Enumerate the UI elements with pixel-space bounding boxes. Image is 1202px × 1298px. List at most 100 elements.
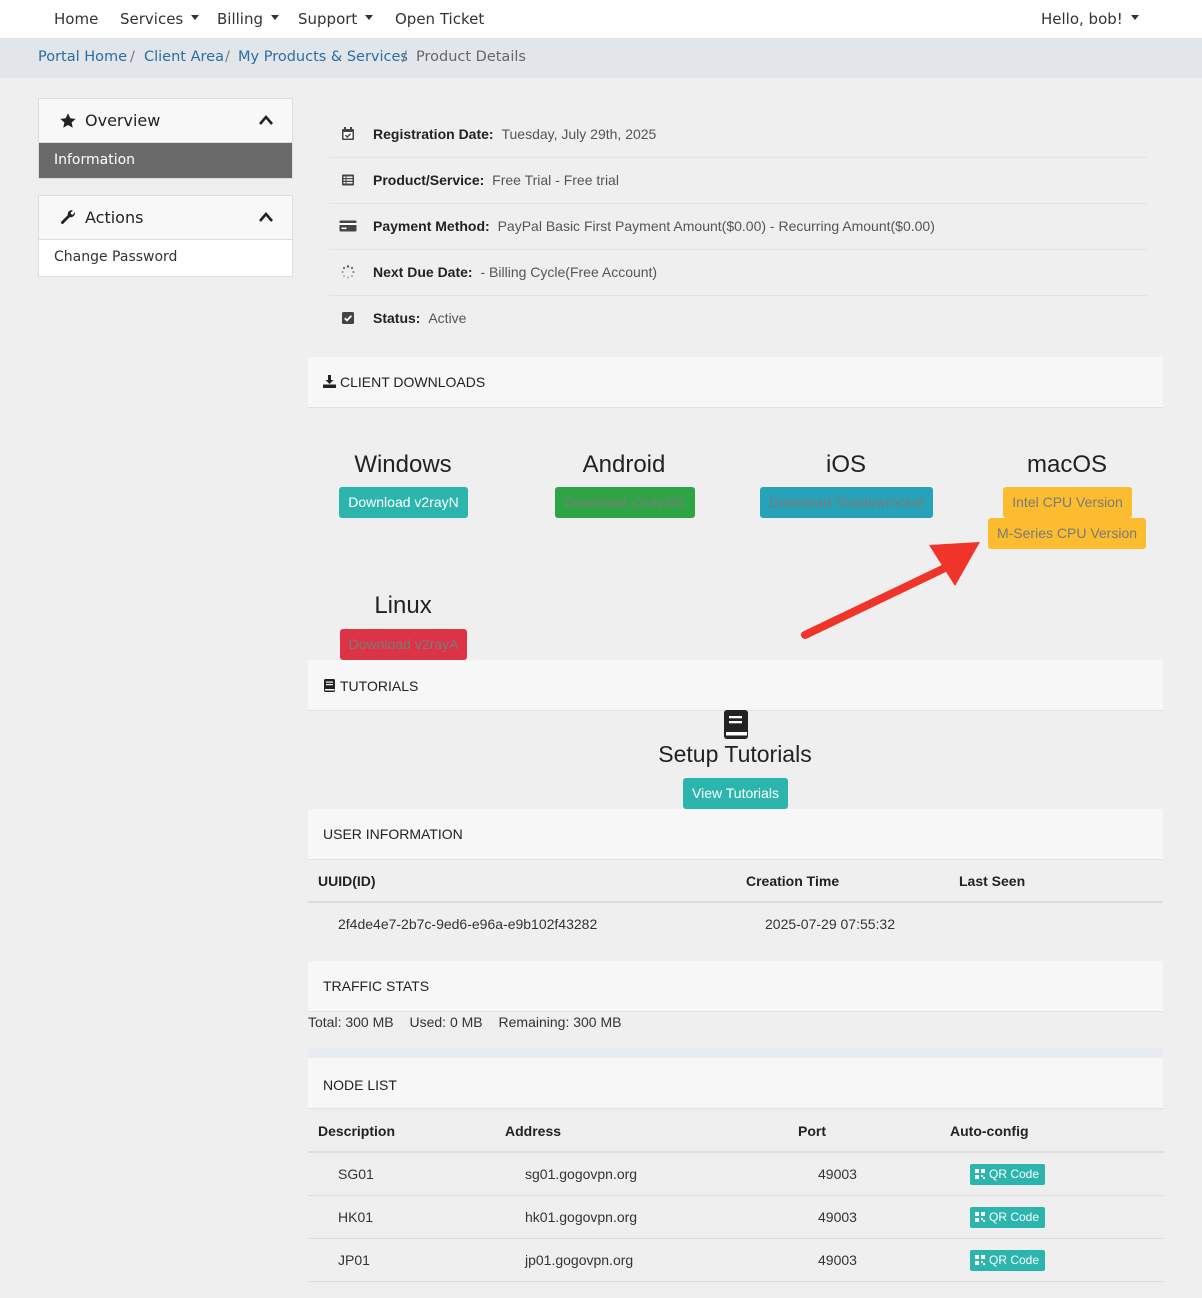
breadcrumb: Portal Home / Client Area / My Products … xyxy=(0,38,1202,78)
qr-code-button[interactable]: QR Code xyxy=(970,1250,1046,1271)
download-v2rayn-button[interactable]: Download v2rayN xyxy=(339,487,468,518)
windows-title: Windows xyxy=(354,451,452,478)
macos-m-series-cpu-button[interactable]: M-Series CPU Version xyxy=(988,518,1146,549)
calendar-check-icon xyxy=(342,127,354,140)
red-arrow-annotation xyxy=(801,542,980,639)
user-greeting: Hello, bob! xyxy=(1041,10,1123,28)
overview-panel-title: Overview xyxy=(85,111,161,130)
wrench-icon xyxy=(60,210,75,224)
table-row: SG01 sg01.gogovpn.org 49003 QR Code xyxy=(308,1153,1163,1196)
actions-panel-header[interactable]: Actions xyxy=(39,196,292,240)
table-row: JP01 jp01.gogovpn.org 49003 QR Code xyxy=(308,1239,1163,1282)
registration-date-row: Registration Date: Tuesday, July 29th, 2… xyxy=(329,112,1147,158)
uuid-value: 2f4de4e7-2b7c-9ed6-e96a-e9b102f43282 xyxy=(338,916,598,932)
book-icon xyxy=(724,710,748,739)
download-v2rayng-button[interactable]: Download v2rayNG xyxy=(555,487,695,518)
client-downloads-header: CLIENT DOWNLOADS xyxy=(308,357,1163,408)
product-service-value: Free Trial - Free trial xyxy=(492,172,619,188)
registration-date-value: Tuesday, July 29th, 2025 xyxy=(501,126,657,142)
column-header-auto-config: Auto-config xyxy=(950,1123,1029,1139)
client-downloads-title: CLIENT DOWNLOADS xyxy=(340,374,486,390)
registration-date-label: Registration Date: xyxy=(373,126,494,142)
status-value: Active xyxy=(428,310,467,326)
node-description: SG01 xyxy=(338,1166,374,1182)
tutorials-header: TUTORIALS xyxy=(308,660,1163,711)
status-row: Status: Active xyxy=(329,296,1147,342)
sidebar-item-information-label: Information xyxy=(54,152,136,168)
download-shadowrocket-button[interactable]: Download Shadowrocket xyxy=(760,487,933,518)
table-row: 2f4de4e7-2b7c-9ed6-e96a-e9b102f43282 202… xyxy=(308,903,1163,946)
product-service-row: Product/Service: Free Trial - Free trial xyxy=(329,158,1147,204)
breadcrumb-separator: / xyxy=(225,49,230,65)
caret-down-icon xyxy=(1130,15,1139,20)
table-row: HK01 hk01.gogovpn.org 49003 QR Code xyxy=(308,1196,1163,1239)
node-port: 49003 xyxy=(818,1252,857,1268)
linux-title: Linux xyxy=(374,592,432,619)
payment-method-label: Payment Method: xyxy=(373,218,490,234)
column-header-port: Port xyxy=(798,1123,826,1139)
chevron-up-icon[interactable] xyxy=(258,114,274,126)
nav-home[interactable]: Home xyxy=(54,0,98,38)
actions-panel-title: Actions xyxy=(85,208,144,227)
breadcrumb-products-services[interactable]: My Products & Services xyxy=(238,49,408,65)
user-information-header: USER INFORMATION xyxy=(308,809,1163,860)
traffic-total: Total: 300 MB xyxy=(308,1014,394,1030)
check-square-icon xyxy=(342,312,354,324)
user-information-title: USER INFORMATION xyxy=(323,826,463,842)
table-header: Description Address Port Auto-config xyxy=(308,1110,1163,1153)
user-menu-dropdown[interactable]: Hello, bob! xyxy=(1041,0,1139,38)
node-list-table: Description Address Port Auto-config SG0… xyxy=(308,1110,1163,1282)
traffic-stats: Total: 300 MB Used: 0 MB Remaining: 300 … xyxy=(308,1014,633,1030)
traffic-divider xyxy=(308,1048,1163,1058)
credit-card-icon xyxy=(339,220,357,232)
view-tutorials-button[interactable]: View Tutorials xyxy=(683,778,788,809)
node-address: jp01.gogovpn.org xyxy=(525,1252,634,1268)
traffic-stats-title: TRAFFIC STATS xyxy=(323,978,430,994)
payment-method-row: Payment Method: PayPal Basic First Payme… xyxy=(329,204,1147,250)
download-v2raya-button[interactable]: Download v2rayA xyxy=(340,629,467,660)
column-header-uuid: UUID(ID) xyxy=(318,873,376,889)
nav-open-ticket[interactable]: Open Ticket xyxy=(395,0,484,38)
node-address: sg01.gogovpn.org xyxy=(525,1166,638,1182)
node-list-header: NODE LIST xyxy=(308,1058,1163,1109)
overview-panel-header[interactable]: Overview xyxy=(39,99,292,143)
macos-intel-cpu-button[interactable]: Intel CPU Version xyxy=(1003,487,1132,518)
node-address: hk01.gogovpn.org xyxy=(525,1209,638,1225)
node-description: JP01 xyxy=(338,1252,370,1268)
qrcode-icon xyxy=(975,1169,985,1179)
node-port: 49003 xyxy=(818,1209,857,1225)
list-icon xyxy=(342,174,354,186)
nav-services-dropdown[interactable]: Services xyxy=(120,0,200,38)
qr-code-label: QR Code xyxy=(989,1167,1040,1181)
sidebar-overview-panel: Overview Information xyxy=(38,98,293,179)
sidebar-item-information[interactable]: Information xyxy=(39,143,292,178)
traffic-used: Used: 0 MB xyxy=(409,1014,483,1030)
sidebar-actions-panel: Actions Change Password xyxy=(38,195,293,277)
android-title: Android xyxy=(582,451,666,478)
nav-support-dropdown[interactable]: Support xyxy=(298,0,374,38)
qr-code-button[interactable]: QR Code xyxy=(970,1207,1046,1228)
creation-time-value: 2025-07-29 07:55:32 xyxy=(765,916,895,932)
sidebar-item-change-password[interactable]: Change Password xyxy=(39,240,292,275)
nav-services-label: Services xyxy=(120,10,184,28)
setup-tutorials-title: Setup Tutorials xyxy=(658,741,812,767)
qrcode-icon xyxy=(975,1212,985,1222)
node-description: HK01 xyxy=(338,1209,374,1225)
nav-billing-dropdown[interactable]: Billing xyxy=(217,0,279,38)
qr-code-button[interactable]: QR Code xyxy=(970,1164,1046,1185)
book-icon xyxy=(324,679,335,692)
caret-down-icon xyxy=(191,15,200,20)
download-icon xyxy=(323,375,336,388)
qrcode-icon xyxy=(975,1255,985,1265)
chevron-up-icon[interactable] xyxy=(258,211,274,223)
user-information-table: UUID(ID) Creation Time Last Seen 2f4de4e… xyxy=(308,860,1163,946)
table-header: UUID(ID) Creation Time Last Seen xyxy=(308,860,1163,903)
breadcrumb-portal-home[interactable]: Portal Home xyxy=(38,49,127,65)
breadcrumb-separator: / xyxy=(402,49,407,65)
nav-billing-label: Billing xyxy=(217,10,263,28)
node-port: 49003 xyxy=(818,1166,857,1182)
nav-open-ticket-label: Open Ticket xyxy=(395,10,485,28)
next-due-date-value: - Billing Cycle(Free Account) xyxy=(480,264,658,280)
breadcrumb-client-area[interactable]: Client Area xyxy=(144,49,224,65)
qr-code-label: QR Code xyxy=(989,1253,1040,1267)
